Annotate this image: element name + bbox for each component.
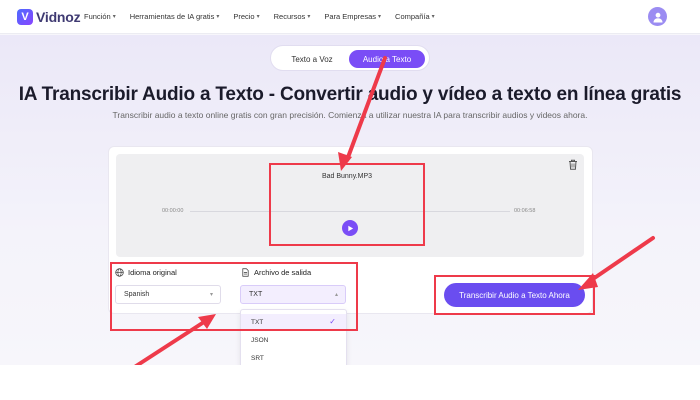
chevron-down-icon: ▾	[307, 14, 311, 20]
footer-band	[0, 365, 700, 400]
nav-item-empresas[interactable]: Para Empresas ▾	[324, 12, 381, 21]
nav-item-recursos[interactable]: Recursos ▾	[274, 12, 311, 21]
nav-item-compania[interactable]: Compañía ▾	[395, 12, 435, 21]
main-menu: Función ▾ Herramientas de IA gratis ▾ Prec…	[84, 12, 435, 21]
nav-label: Compañía	[395, 12, 430, 21]
chevron-down-icon: ▾	[112, 14, 116, 20]
nav-item-herramientas[interactable]: Herramientas de IA gratis ▾	[130, 12, 220, 21]
nav-label: Precio	[233, 12, 255, 21]
highlight-box-file	[269, 163, 425, 246]
nav-label: Para Empresas	[324, 12, 377, 21]
dropdown-option-json[interactable]: JSON	[241, 332, 346, 348]
chevron-down-icon: ▾	[216, 14, 220, 20]
time-total: 00:06:58	[514, 208, 536, 214]
nav-label: Herramientas de IA gratis	[129, 12, 215, 21]
chevron-down-icon: ▾	[256, 14, 260, 20]
chevron-down-icon: ▾	[378, 14, 382, 20]
nav-item-precio[interactable]: Precio ▾	[233, 12, 259, 21]
logo-text: Vidnoz	[36, 9, 81, 25]
option-label: SRT	[251, 354, 264, 362]
nav-item-funcion[interactable]: Función ▾	[84, 12, 116, 21]
highlight-box-options	[110, 262, 358, 331]
mode-toggle: Texto a Voz Audio a Texto	[270, 45, 430, 71]
tab-audio-a-texto[interactable]: Audio a Texto	[349, 50, 425, 68]
logo-mark-icon: V	[17, 9, 33, 25]
top-nav: V Vidnoz Función ▾ Herramientas de IA gra…	[0, 0, 700, 34]
user-avatar-icon[interactable]	[648, 7, 667, 26]
dropdown-option-srt[interactable]: SRT	[241, 350, 346, 366]
nav-label: Recursos	[273, 12, 306, 21]
page-title: IA Transcribir Audio a Texto - Convertir…	[18, 84, 682, 105]
nav-label: Función	[84, 12, 111, 21]
trash-icon[interactable]	[568, 159, 578, 170]
highlight-box-cta	[434, 275, 595, 315]
vidnoz-logo[interactable]: V Vidnoz	[17, 9, 81, 25]
tab-texto-a-voz[interactable]: Texto a Voz	[279, 50, 345, 68]
chevron-down-icon: ▾	[431, 14, 435, 20]
page-subtitle: Transcribir audio a texto online gratis …	[112, 110, 588, 120]
time-current: 00:00:00	[162, 208, 184, 214]
option-label: JSON	[251, 336, 269, 344]
